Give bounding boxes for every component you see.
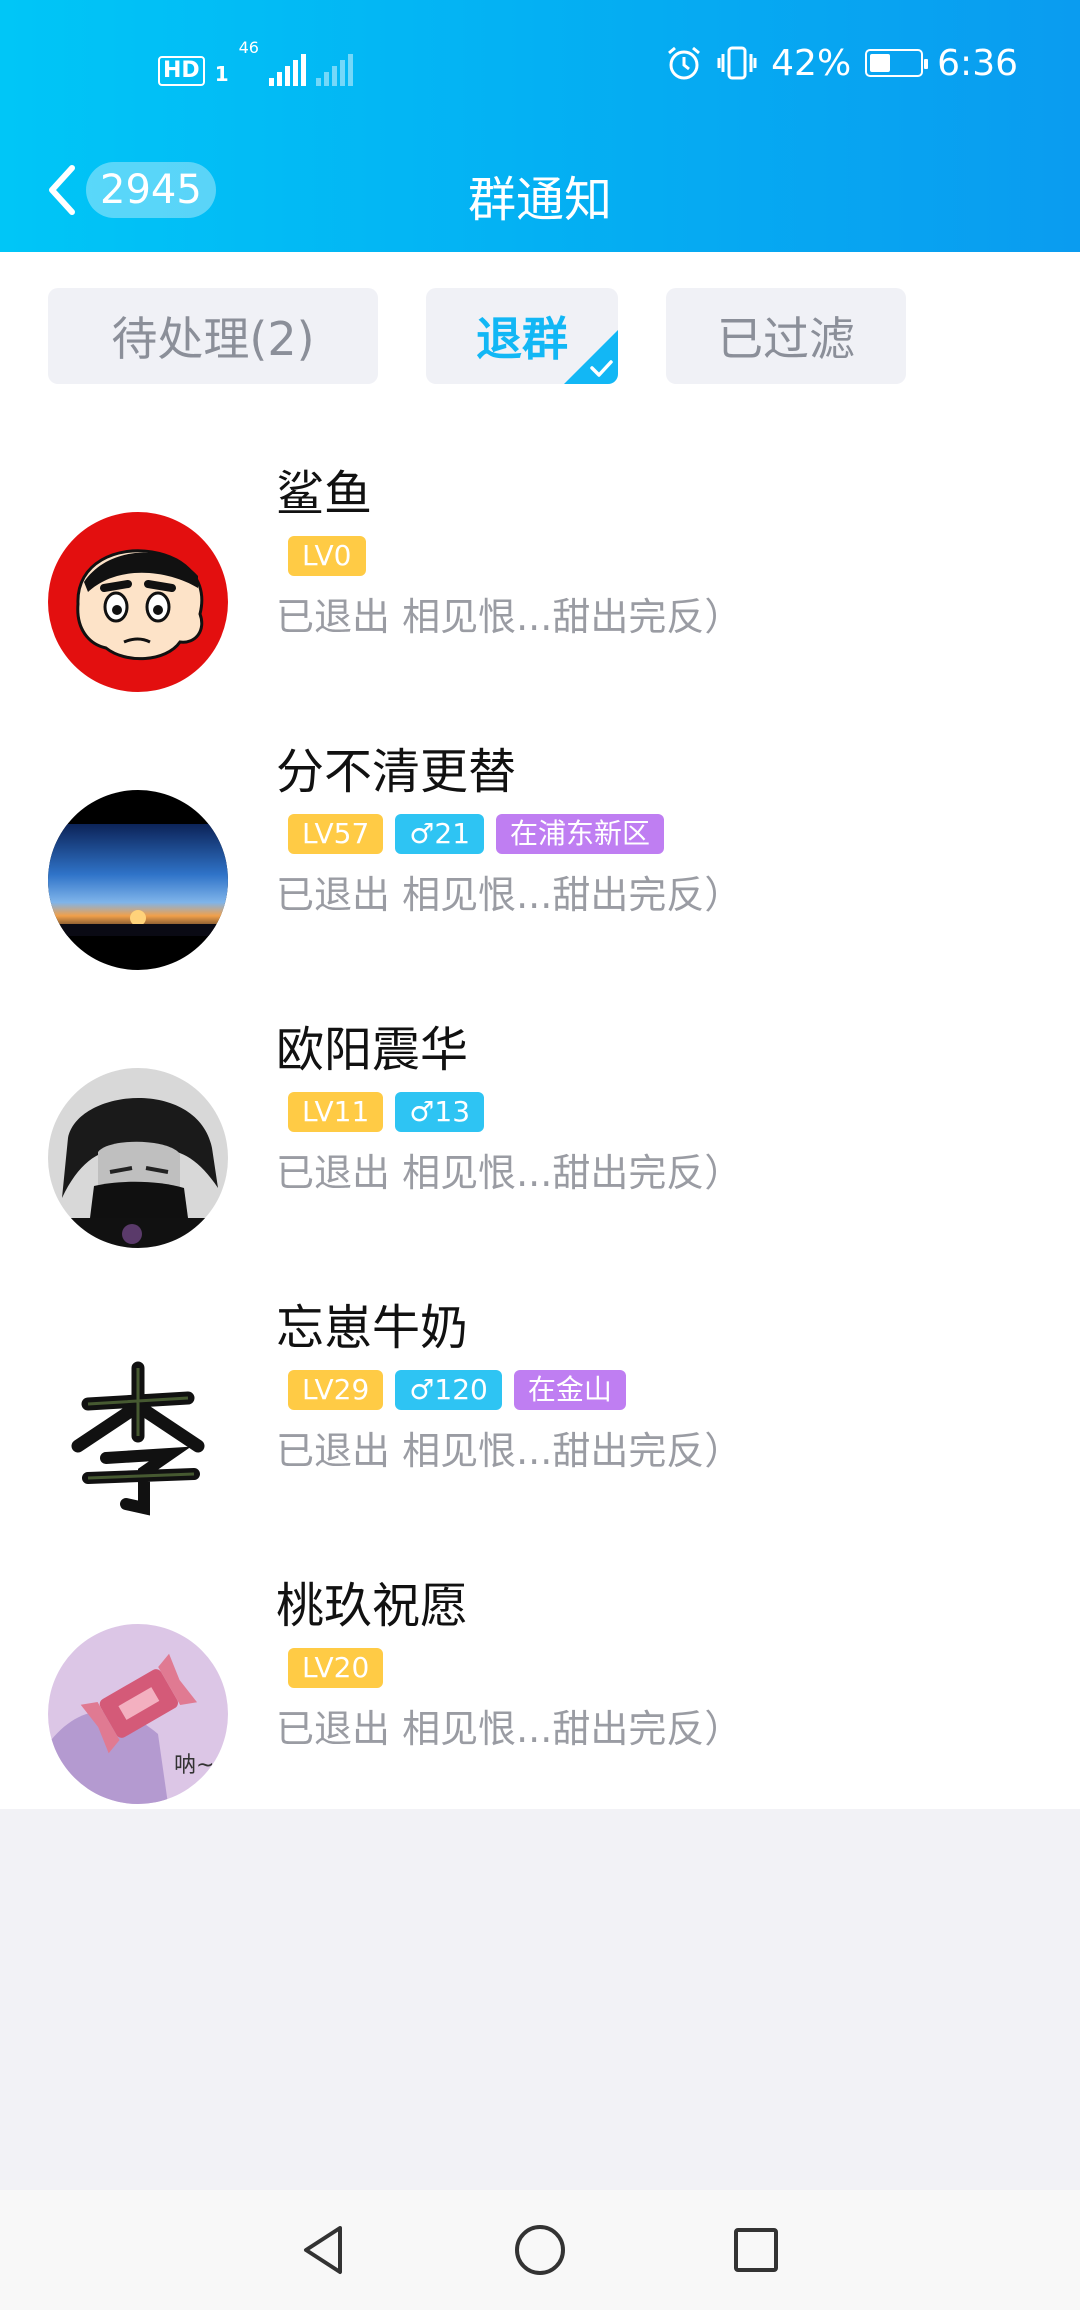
location-badge: 在浦东新区 bbox=[496, 814, 665, 854]
page-title: 群通知 bbox=[467, 172, 612, 228]
recents-square-icon[interactable] bbox=[726, 2220, 786, 2280]
vibrate-icon bbox=[717, 46, 757, 80]
exit-status: 已退出 相见恨...甜出完反） bbox=[276, 1429, 743, 1473]
member-badges: LV20 bbox=[288, 1648, 384, 1688]
member-badges: LV0 bbox=[288, 536, 366, 576]
level-badge: LV0 bbox=[288, 536, 366, 576]
sunset-avatar bbox=[48, 790, 228, 970]
list-item[interactable]: 呐~ 桃玖祝愿 LV20 已退出 相见恨...甜出完反） bbox=[0, 1544, 1080, 1822]
selected-check-icon bbox=[564, 330, 618, 384]
level-badge: LV11 bbox=[288, 1092, 384, 1132]
signal-2-icon bbox=[315, 52, 353, 86]
system-nav-bar bbox=[0, 2190, 1080, 2310]
avatar[interactable]: 呐~ bbox=[48, 1624, 228, 1804]
tab-pending-label: 待处理(2) bbox=[111, 312, 315, 366]
member-badges: LV57 ♂21 在浦东新区 bbox=[288, 814, 665, 854]
exit-status: 已退出 相见恨...甜出完反） bbox=[276, 873, 743, 917]
filter-tabs: 待处理(2) 退群 已过滤 bbox=[48, 288, 906, 384]
list-item[interactable]: 分不清更替 LV57 ♂21 在浦东新区 已退出 相见恨...甜出完反） bbox=[0, 710, 1080, 988]
tab-filtered-label: 已过滤 bbox=[717, 312, 855, 366]
battery-icon bbox=[865, 49, 929, 77]
battery-percent: 42% bbox=[771, 42, 852, 84]
member-badges: LV29 ♂120 在金山 bbox=[288, 1370, 626, 1410]
list-item[interactable]: 欧阳震华 LV11 ♂13 已退出 相见恨...甜出完反） bbox=[0, 988, 1080, 1266]
member-name: 桃玖祝愿 bbox=[276, 1578, 469, 1634]
candy-avatar: 呐~ bbox=[48, 1624, 228, 1804]
avatar-caption: 呐~ bbox=[174, 1753, 214, 1778]
avatar[interactable] bbox=[48, 512, 228, 692]
network-type: 46 bbox=[238, 38, 259, 57]
member-badges: LV11 ♂13 bbox=[288, 1092, 485, 1132]
avatar[interactable] bbox=[48, 1346, 228, 1526]
tab-left-group-label: 退群 bbox=[476, 312, 568, 366]
status-right: 42% 6:36 bbox=[665, 38, 1018, 88]
member-name: 分不清更替 bbox=[276, 744, 517, 800]
li-calligraphy-avatar bbox=[48, 1346, 228, 1526]
exit-status: 已退出 相见恨...甜出完反） bbox=[276, 595, 743, 639]
status-bar: HD 1 46 42% 6:36 bbox=[0, 0, 1080, 126]
member-name: 欧阳震华 bbox=[276, 1022, 469, 1078]
list-item[interactable]: 忘崽牛奶 LV29 ♂120 在金山 已退出 相见恨...甜出完反） bbox=[0, 1266, 1080, 1544]
crayon-shin-chan-avatar bbox=[48, 512, 228, 692]
home-circle-icon[interactable] bbox=[510, 2220, 570, 2280]
gender-age-badge: ♂13 bbox=[395, 1092, 485, 1132]
status-left: HD 1 46 bbox=[158, 40, 353, 86]
title-bar: 2945 群通知 bbox=[0, 126, 1080, 252]
app-header: HD 1 46 42% 6:36 2945 群通知 bbox=[0, 0, 1080, 252]
tab-filtered[interactable]: 已过滤 bbox=[666, 288, 906, 384]
level-badge: LV20 bbox=[288, 1648, 384, 1688]
exit-status: 已退出 相见恨...甜出完反） bbox=[276, 1151, 743, 1195]
avatar[interactable] bbox=[48, 1068, 228, 1248]
list-item[interactable]: 鲨鱼 LV0 已退出 相见恨...甜出完反） bbox=[0, 432, 1080, 710]
battery-level bbox=[870, 54, 891, 72]
level-badge: LV57 bbox=[288, 814, 384, 854]
gender-age-badge: ♂120 bbox=[395, 1370, 502, 1410]
tab-pending[interactable]: 待处理(2) bbox=[48, 288, 378, 384]
location-badge: 在金山 bbox=[513, 1370, 626, 1410]
sim-indicator: 1 bbox=[214, 62, 229, 86]
alarm-icon bbox=[668, 46, 701, 80]
signal-icon bbox=[268, 52, 306, 86]
level-badge: LV29 bbox=[288, 1370, 384, 1410]
member-name: 忘崽牛奶 bbox=[276, 1300, 469, 1356]
notification-content: 待处理(2) 退群 已过滤 鲨鱼 LV0 已退出 相见恨...甜出完反） 分不清… bbox=[0, 252, 1080, 1809]
hd-indicator: HD bbox=[158, 56, 205, 86]
avatar[interactable] bbox=[48, 790, 228, 970]
back-triangle-icon[interactable] bbox=[294, 2220, 354, 2280]
clock: 6:36 bbox=[937, 42, 1018, 84]
member-name: 鲨鱼 bbox=[276, 466, 373, 522]
gender-age-badge: ♂21 bbox=[395, 814, 485, 854]
anime-boy-avatar bbox=[48, 1068, 228, 1248]
tab-left-group[interactable]: 退群 bbox=[426, 288, 618, 384]
exit-status: 已退出 相见恨...甜出完反） bbox=[276, 1707, 743, 1751]
